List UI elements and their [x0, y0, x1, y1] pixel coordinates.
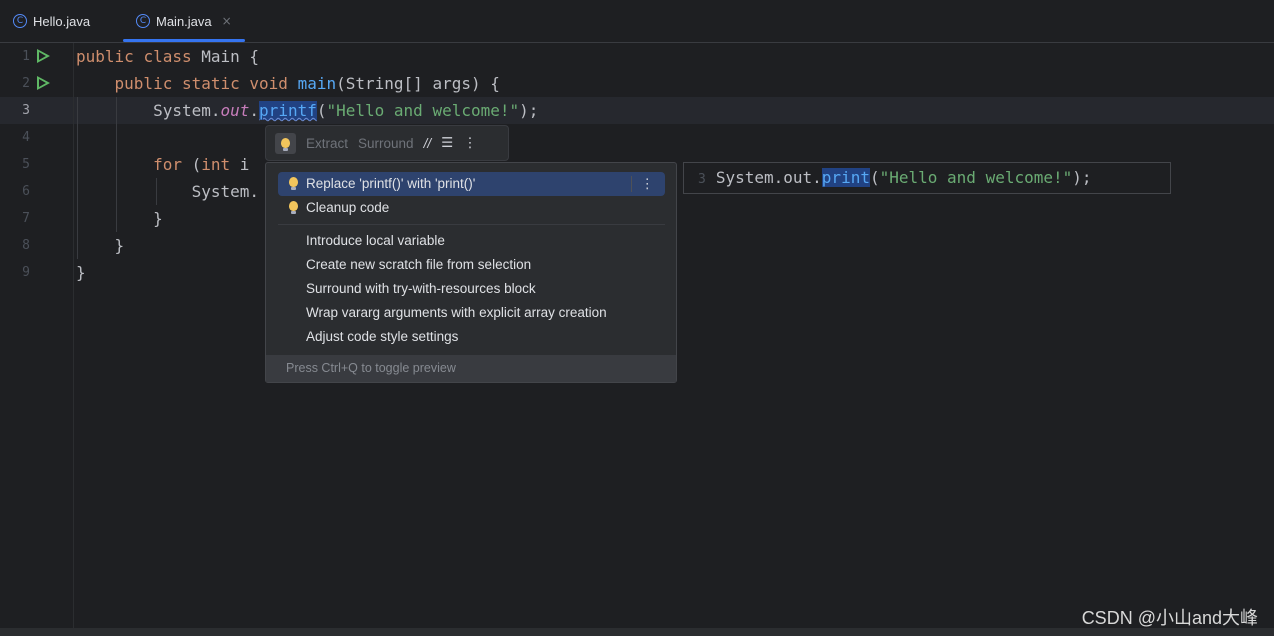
intention-item-label: Cleanup code [306, 200, 390, 215]
code-line-5[interactable]: for (int i [76, 151, 249, 178]
intention-item-create-scratch-file[interactable]: Create new scratch file from selection [278, 253, 665, 277]
lightbulb-icon [289, 201, 298, 214]
comment-icon[interactable]: // [424, 136, 432, 151]
floating-code-toolbar: Extract Surround // ☰ ⋮ [265, 125, 509, 161]
intention-item-replace-printf[interactable]: Replace 'printf()' with 'print()' ⋮ [278, 172, 665, 196]
lightbulb-icon [281, 138, 290, 151]
intention-item-adjust-code-style[interactable]: Adjust code style settings [278, 325, 665, 349]
line-number: 5 [22, 157, 30, 172]
run-icon[interactable] [37, 76, 50, 90]
close-tab-icon[interactable]: × [222, 14, 232, 28]
class-icon: C [13, 14, 27, 28]
line-number: 8 [22, 238, 30, 253]
more-options-icon[interactable]: ⋮ [463, 135, 477, 151]
code-line-7[interactable]: } [76, 205, 163, 232]
surround-button[interactable]: Surround [358, 136, 414, 151]
divider [278, 224, 665, 225]
line-number: 7 [22, 211, 30, 226]
intention-actions-button[interactable] [275, 132, 296, 154]
code-line-1[interactable]: public class Main { [76, 43, 259, 70]
intention-item-surround-try-with-resources[interactable]: Surround with try-with-resources block [278, 277, 665, 301]
line-number: 9 [22, 265, 30, 280]
code-line-9[interactable]: } [76, 259, 86, 286]
run-icon[interactable] [37, 49, 50, 63]
line-number: 6 [22, 184, 30, 199]
popup-footer-hint: Press Ctrl+Q to toggle preview [266, 355, 676, 382]
intention-item-label: Adjust code style settings [306, 329, 459, 344]
divider [631, 176, 632, 192]
line-number: 3 [22, 103, 30, 118]
more-options-icon[interactable]: ⋮ [641, 172, 655, 196]
horizontal-scrollbar-track[interactable] [0, 628, 1274, 636]
editor-tab-bar: C Hello.java C Main.java × [0, 0, 1274, 43]
tab-hello-java[interactable]: C Hello.java [13, 0, 90, 42]
intention-actions-popup: Replace 'printf()' with 'print()' ⋮ Clea… [265, 162, 677, 383]
intention-item-cleanup-code[interactable]: Cleanup code [278, 196, 665, 220]
class-icon: C [136, 14, 150, 28]
gutter-divider [73, 43, 74, 636]
watermark: CSDN @小山and大峰 [1081, 608, 1258, 628]
intention-item-label: Create new scratch file from selection [306, 257, 532, 272]
code-line-8[interactable]: } [76, 232, 125, 259]
code-line-6[interactable]: System. [76, 178, 259, 205]
intention-item-label: Surround with try-with-resources block [306, 281, 536, 296]
intention-item-label: Replace 'printf()' with 'print()' [306, 176, 476, 191]
line-number: 1 [22, 49, 30, 64]
active-tab-indicator [123, 39, 245, 42]
extract-button[interactable]: Extract [306, 136, 348, 151]
code-line-3[interactable]: System.out.printf("Hello and welcome!"); [76, 97, 538, 124]
line-number: 4 [22, 130, 30, 145]
intention-preview-panel: 3 System.out.print("Hello and welcome!"); [683, 162, 1171, 194]
selected-method: printf [259, 101, 317, 120]
tab-label: Main.java [156, 13, 212, 29]
line-number: 2 [22, 76, 30, 91]
reformat-icon[interactable]: ☰ [441, 135, 453, 151]
intention-item-introduce-local-variable[interactable]: Introduce local variable [278, 229, 665, 253]
preview-line-number: 3 [698, 172, 706, 187]
lightbulb-icon [289, 177, 298, 190]
intention-item-label: Wrap vararg arguments with explicit arra… [306, 305, 607, 320]
intention-item-label: Introduce local variable [306, 233, 445, 248]
code-line-2[interactable]: public static void main(String[] args) { [76, 70, 500, 97]
preview-highlighted-method: print [821, 168, 870, 187]
intention-item-wrap-vararg[interactable]: Wrap vararg arguments with explicit arra… [278, 301, 665, 325]
tab-label: Hello.java [33, 13, 91, 29]
tab-main-java[interactable]: C Main.java × [136, 0, 232, 42]
